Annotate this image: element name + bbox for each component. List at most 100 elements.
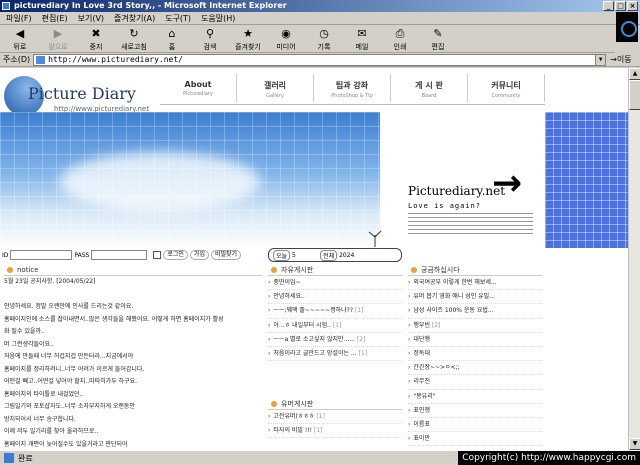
qna-board-bullet-icon [411,266,417,273]
toolbar-button-5[interactable]: ⚲ 검색 [194,27,226,52]
list-bullet-icon: › [268,279,271,286]
toolbar-button-9[interactable]: ✉ 메일 [346,27,378,52]
list-item[interactable]: › 남성 사이즈 100% 운동 요법... [408,304,542,319]
notice-line: 이제 저두 일기리를 찾아 올라하므로.. [4,428,99,435]
nav-item-1[interactable]: 갤러리 Gallery [237,74,314,102]
window-controls: _ □ × [603,1,638,11]
list-item[interactable]: › 외국여공부 이렇게 한번 해보세... [408,276,542,291]
address-input[interactable]: http://www.picturediary.net/ ▼ [33,53,607,66]
scroll-down-button[interactable]: ▼ [629,438,640,450]
nav-item-title: 게 시 판 [415,81,443,90]
list-item[interactable]: › 표인쟁 [408,404,542,418]
menu-help[interactable]: 도움말(H) [201,13,235,24]
minimize-button[interactable]: _ [603,1,614,11]
list-item[interactable]: › 타자의 비밀 !!! [1] [268,424,402,439]
address-url: http://www.picturediary.net/ [48,54,183,64]
list-item[interactable]: › 대단행 [408,333,542,347]
nav-item-0[interactable]: About Picturediary [160,74,237,102]
page-viewport: Picture Diary http://www.picturediary.ne… [0,68,628,450]
toolbar-button-4[interactable]: ⌂ 홈 [156,27,188,52]
list-item[interactable]: › 정독대 [408,347,542,362]
toolbar-button-3[interactable]: ↻ 새로고침 [118,27,150,52]
nav-item-title: 갤러리 [263,81,287,90]
list-item[interactable]: › 이름표 [408,418,542,433]
menu-tools[interactable]: 도구(T) [165,13,191,24]
close-button[interactable]: × [627,1,638,11]
list-item[interactable]: › ㅡㅡa 별로 소고싶지 않지만...... [2] [268,333,402,347]
media-icon: ◉ [281,27,291,40]
vertical-scrollbar[interactable]: ▲ ▼ [628,68,640,450]
notice-panel: notice 5월 23일 공지사항. [2004/05/22] 안녕하세요. 정… [4,264,262,450]
site-logo[interactable]: Picture Diary http://www.picturediary.ne… [4,76,154,116]
visitor-counter: 오늘 5 전체 2024 [268,248,402,262]
nav-item-title: 팁과 강좌 [335,81,369,90]
maximize-button[interactable]: □ [615,1,626,11]
list-item-title: 남성 사이즈 100% 운동 요법... [413,307,494,315]
toolbar-button-10[interactable]: ⎙ 인쇄 [384,27,416,52]
scroll-up-button[interactable]: ▲ [629,68,640,80]
comment-count: [1] [354,307,364,315]
login-button[interactable]: 로그인 [163,250,188,260]
list-item-title: 이름표 [413,420,430,428]
notice-line: 그림일기와 포토샵자도..너무 소자부지하게 오랜동안 [4,403,135,410]
qna-board-header[interactable]: 궁금하십시다 [408,264,542,276]
nav-item-title: About [184,80,212,89]
free-board-header[interactable]: 자유게시판 [268,264,402,276]
list-item[interactable]: › "몽유리" [408,390,542,404]
notice-line[interactable]: 5월 23일 공지사항. [2004/05/22] [4,276,262,289]
list-item[interactable]: › 중딴이임~ [268,276,402,291]
nav-item-4[interactable]: 커뮤니티 Community [468,74,545,102]
standard-toolbar: ◀ 뒤로 ▶ 앞으로 ✖ 중지 ↻ 새로고침 ⌂ 홈 ⚲ 검색 ★ 즐겨찾기 ◉ 미디어 ◷ 기록 ✉ 메일 ⎙ 인쇄 ✎ 편… [0,26,615,53]
toolbar-button-6[interactable]: ★ 즐겨찾기 [232,27,264,52]
join-button[interactable]: 가입 [189,250,209,260]
menu-edit[interactable]: 편집(E) [42,13,68,24]
list-item[interactable]: › 안녕하세요.. [268,290,402,305]
nav-item-2[interactable]: 팁과 강좌 PhotoShop & Tip [314,74,391,102]
toolbar-button-7[interactable]: ◉ 미디어 [270,27,302,52]
list-bullet-icon: › [268,335,271,343]
list-bullet-icon: › [268,427,271,435]
list-bullet-icon: › [408,392,411,400]
notice-line: 홈페이지 개편이 늦어질수도 있을거라고 판단되어 [4,440,128,448]
address-dropdown-button[interactable]: ▼ [595,54,606,65]
toolbar-button-2[interactable]: ✖ 중지 [80,27,112,52]
toolbar-button-0[interactable]: ◀ 뒤로 [4,27,36,52]
toolbar-button-label: 검색 [203,43,217,51]
list-item[interactable]: › 처음이라고 글만드고 망설이는 ... [1] [268,347,402,362]
toolbar-button-8[interactable]: ◷ 기록 [308,27,340,52]
menu-favorites[interactable]: 즐겨찾기(A) [114,13,155,24]
nav-item-3[interactable]: 게 시 판 Board [391,74,468,102]
scroll-thumb[interactable] [629,80,640,110]
site-nav: About Picturediary 갤러리 Gallery 팁과 강좌 PhotoSho… [160,74,545,102]
edit-icon: ✎ [433,27,443,40]
go-button[interactable]: →이동 [610,54,631,65]
password-input[interactable] [91,250,148,260]
save-id-checkbox[interactable] [153,251,162,259]
find-password-button[interactable]: 비밀찾기 [210,250,242,260]
humor-board-header[interactable]: 유머게시판 [268,398,402,410]
humor-board-panel: 유머게시판 › 고전유머(ㅎㅎㅎ [1] › 타자의 비밀 !!! [1] [268,398,402,439]
window-title: picturediary In Love 3rd Story,, - Micro… [14,1,287,10]
list-bullet-icon: › [408,435,411,443]
notice-header: notice [4,264,262,276]
list-item[interactable]: › 리무진 [408,375,542,390]
list-item[interactable]: › 간간장~~>ㅇ<;; [408,361,542,376]
id-input[interactable] [10,250,73,260]
comment-count: [2] [356,335,366,343]
list-item[interactable]: › ㅡㅡ;꿰액 졸~~~~~졍하나?? [1] [268,304,402,319]
menu-file[interactable]: 파일(F) [6,13,32,24]
humor-board-list: › 고전유머(ㅎㅎㅎ [1] › 타자의 비밀 !!! [1] [268,410,402,439]
toolbar-button-label: 미디어 [276,43,296,51]
list-item[interactable]: › 유머 몹기 영화 애니 성인 유밀... [408,290,542,305]
list-item[interactable]: › 아...ㅎ 내일부터 시험.. [1] [268,319,402,333]
list-item[interactable]: › 고전유머(ㅎㅎㅎ [1] [268,410,402,425]
list-item-title: ㅡㅡa 별로 소고싶지 않지만...... [273,335,355,343]
nav-item-title: 커뮤니티 [491,81,521,90]
toolbar-button-11[interactable]: ✎ 편집 [422,27,454,52]
list-item[interactable]: › 표이만 [408,432,542,447]
menu-view[interactable]: 보기(V) [78,13,104,24]
list-item-title: 외국여공부 이렇게 한번 해보세... [413,279,497,286]
list-item-title: "몽유리" [413,392,436,400]
toolbar-button-1[interactable]: ▶ 앞으로 [42,27,74,52]
list-item[interactable]: › 행부빈 [2] [408,319,542,333]
